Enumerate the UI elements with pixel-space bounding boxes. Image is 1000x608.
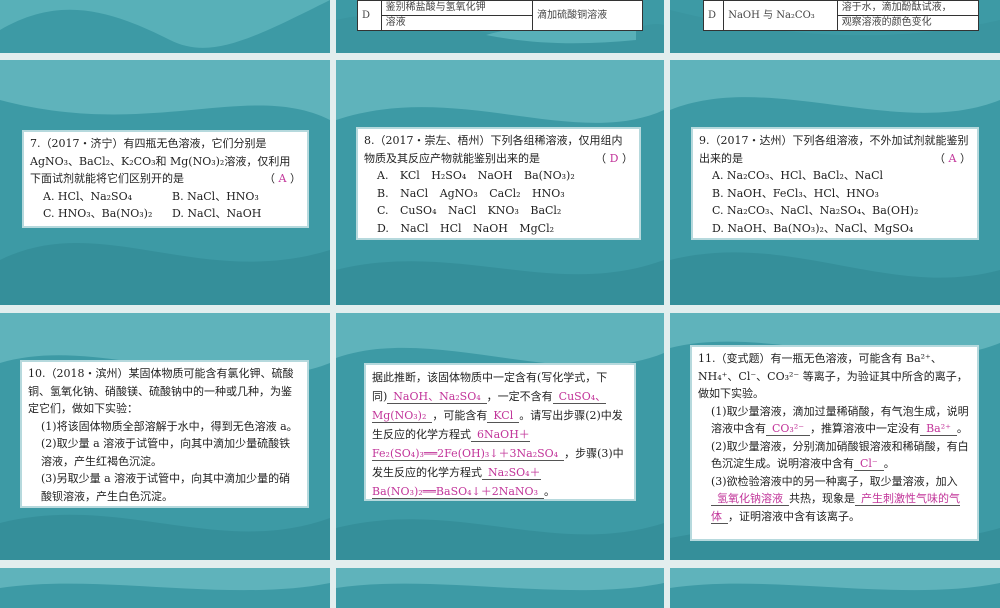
slide-thumb-q11[interactable]: 11.（变式题）有一瓶无色溶液，可能含有 Ba²⁺、NH₄⁺、Cl⁻、CO₃²⁻… xyxy=(670,313,1000,560)
question-stem: 10.（2018・滨州）某固体物质可能含有氯化钾、硫酸铜、氢氧化钠、硝酸镁、硫酸… xyxy=(28,367,294,415)
text: ，可能含有 xyxy=(432,409,488,422)
text: (2)取少量溶液，分别滴加硝酸银溶液和稀硝酸，有白色沉淀生成。说明溶液中含有 xyxy=(711,439,969,471)
wave-background xyxy=(0,0,330,48)
option-d: D. NaOH、Ba(NO₃)₂、NaCl、MgSO₄ xyxy=(712,221,914,235)
step-1: (1)将该固体物质全部溶解于水中，得到无色溶液 a。 xyxy=(41,419,298,433)
wave-background xyxy=(0,568,330,591)
answer: A xyxy=(948,151,957,165)
answer-blank: NaOH、Na₂SO₄ xyxy=(387,390,487,404)
option-c: C. HNO₃、Ba(NO₃)₂ xyxy=(43,207,153,220)
question-9: 9.（2017・达州）下列各组溶液，不外加试剂就能鉴别出来的是 （ A ） A.… xyxy=(691,127,979,240)
question-stem: 11.（变式题）有一瓶无色溶液，可能含有 Ba²⁺、NH₄⁺、Cl⁻、CO₃²⁻… xyxy=(698,352,968,400)
answer: D xyxy=(609,151,619,165)
slide-thumb-r3c1[interactable] xyxy=(0,568,330,608)
option-a: A. HCl、Na₂SO₄ xyxy=(43,189,133,203)
slide-thumb-r3c3[interactable] xyxy=(670,568,1000,608)
option-b: B. NaCl、HNO₃ xyxy=(172,189,259,203)
text: ，证明溶液中含有该离子。 xyxy=(728,509,860,523)
slide-thumb-q10[interactable]: 10.（2018・滨州）某固体物质可能含有氯化钾、硫酸铜、氢氧化钠、硝酸镁、硫酸… xyxy=(0,313,330,560)
row-label: D xyxy=(702,0,725,31)
option-d: D. NaCl HCl NaOH MgCl₂ xyxy=(377,221,554,235)
slide-thumb-q9[interactable]: 9.（2017・达州）下列各组溶液，不外加试剂就能鉴别出来的是 （ A ） A.… xyxy=(670,60,1000,305)
question-stem: 9.（2017・达州）下列各组溶液，不外加试剂就能鉴别出来的是 xyxy=(699,134,969,165)
answer-table: D 鉴别稀盐酸与氢氧化钾 滴加硫酸铜溶液 溶液 xyxy=(357,0,643,31)
option-c: C. Na₂CO₃、NaCl、Na₂SO₄、Ba(OH)₂ xyxy=(712,204,919,217)
slide-thumb-r0c1[interactable] xyxy=(0,0,330,53)
text: (3)欲检验溶液中的另一种离子，取少量溶液，加入 xyxy=(711,474,958,488)
slide-thumb-r0c3[interactable]: D NaOH 与 Na₂CO₃ 溶于水，滴加酚酞试液， 观察溶液的颜色变化 xyxy=(670,0,1000,53)
slide-thumb-q10-answers[interactable]: 据此推断，该固体物质中一定含有(写化学式，下同) NaOH、Na₂SO₄ ，一定不含… xyxy=(336,313,664,560)
answer: A xyxy=(278,172,287,185)
option-b: B. NaCl AgNO₃ CaCl₂ HNO₃ xyxy=(377,186,565,200)
question-stem: 8.（2017・崇左、梧州）下列各组稀溶液，仅用组内物质及其反应产物就能鉴别出来… xyxy=(364,134,623,165)
text: 。 xyxy=(883,457,895,470)
answer-blank: CO₃²⁻ xyxy=(766,422,811,436)
wave-background xyxy=(670,568,1000,591)
option-a: A. Na₂CO₃、HCl、BaCl₂、NaCl xyxy=(712,169,884,182)
question-7: 7.（2017・济宁）有四瓶无色溶液，它们分别是AgNO₃、BaCl₂、K₂CO… xyxy=(22,130,309,228)
table-cell: 鉴别稀盐酸与氢氧化钾 xyxy=(380,0,534,16)
table-cell: 观察溶液的颜色变化 xyxy=(836,15,980,31)
answer-blank: Ba²⁺ xyxy=(920,422,957,436)
text: ，一定不含有 xyxy=(486,390,553,403)
text: 。 xyxy=(956,422,968,435)
answer-blank: Cl⁻ xyxy=(854,457,884,471)
answer-table: D NaOH 与 Na₂CO₃ 溶于水，滴加酚酞试液， 观察溶液的颜色变化 xyxy=(702,0,980,31)
question-10-continued: 据此推断，该固体物质中一定含有(写化学式，下同) NaOH、Na₂SO₄ ，一定不含… xyxy=(364,363,636,501)
table-cell: NaOH 与 Na₂CO₃ xyxy=(723,0,838,31)
question-10: 10.（2018・滨州）某固体物质可能含有氯化钾、硫酸铜、氢氧化钠、硝酸镁、硫酸… xyxy=(20,360,309,508)
table-cell: 滴加硫酸铜溶液 xyxy=(532,0,643,31)
text: 。 xyxy=(544,485,555,498)
step-2: (2)取少量 a 溶液于试管中，向其中滴加少量硫酸铁溶液，产生红褐色沉淀。 xyxy=(41,437,291,468)
option-b: B. NaOH、FeCl₃、HCl、HNO₃ xyxy=(712,186,879,200)
slide-thumb-r3c2[interactable] xyxy=(336,568,664,608)
text: 共热，现象是 xyxy=(789,492,855,505)
option-c: C. CuSO₄ NaCl KNO₃ BaCl₂ xyxy=(377,204,562,217)
question-8: 8.（2017・崇左、梧州）下列各组稀溶液，仅用组内物质及其反应产物就能鉴别出来… xyxy=(356,127,641,240)
answer-blank: KCl xyxy=(487,409,520,423)
slide-thumb-q7[interactable]: 7.（2017・济宁）有四瓶无色溶液，它们分别是AgNO₃、BaCl₂、K₂CO… xyxy=(0,60,330,305)
row-label: D xyxy=(357,0,382,31)
text: ，推算溶液中一定没有 xyxy=(810,422,921,435)
answer-blank: 氢氧化钠溶液 xyxy=(711,492,789,506)
question-stem: 7.（2017・济宁）有四瓶无色溶液，它们分别是AgNO₃、BaCl₂、K₂CO… xyxy=(30,137,291,185)
question-11: 11.（变式题）有一瓶无色溶液，可能含有 Ba²⁺、NH₄⁺、Cl⁻、CO₃²⁻… xyxy=(690,345,979,541)
slide-thumb-q8[interactable]: 8.（2017・崇左、梧州）下列各组稀溶液，仅用组内物质及其反应产物就能鉴别出来… xyxy=(336,60,664,305)
table-cell: 溶液 xyxy=(380,15,534,31)
option-a: A. KCl H₂SO₄ NaOH Ba(NO₃)₂ xyxy=(377,169,575,182)
option-d: D. NaCl、NaOH xyxy=(172,207,262,220)
wave-background xyxy=(336,568,664,591)
table-cell: 溶于水，滴加酚酞试液， xyxy=(836,0,980,16)
step-3: (3)另取少量 a 溶液于试管中，向其中滴加少量的硝酸钡溶液，产生白色沉淀。 xyxy=(41,472,291,503)
slide-thumb-r0c2[interactable]: D 鉴别稀盐酸与氢氧化钾 滴加硫酸铜溶液 溶液 xyxy=(336,0,664,53)
